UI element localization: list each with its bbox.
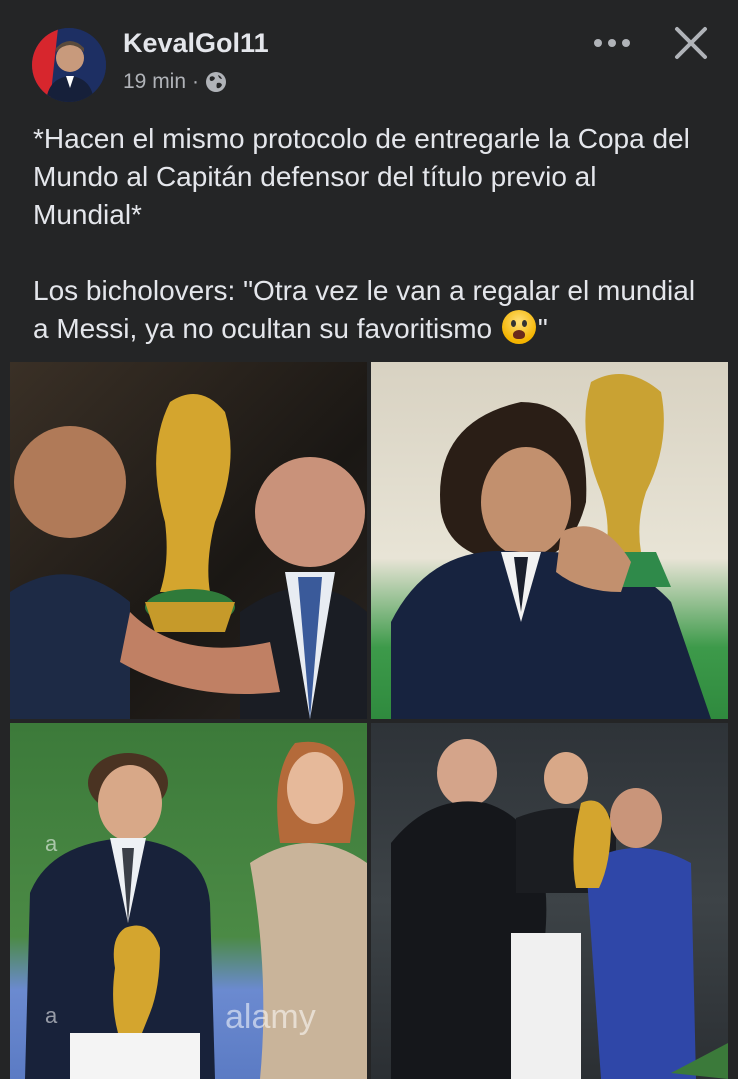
post-header: KevalGol11 19 min ·	[10, 0, 728, 112]
post-text: *Hacen el mismo protocolo de entregarle …	[33, 120, 713, 348]
photo-trophy-handover-1[interactable]	[10, 362, 367, 719]
avatar-image	[32, 28, 106, 102]
author-name[interactable]: KevalGol11	[123, 28, 269, 59]
watermark-a-bottom: a	[45, 1003, 58, 1028]
post-text-paragraph-1: *Hacen el mismo protocolo de entregarle …	[33, 123, 698, 230]
post-meta: 19 min ·	[123, 70, 227, 94]
close-button[interactable]	[670, 22, 712, 64]
close-icon	[674, 26, 708, 60]
more-options-button[interactable]	[590, 26, 634, 60]
photo-trophy-handover-2[interactable]	[371, 362, 728, 719]
post-text-quote: Los bicholovers: "Otra vez le van a rega…	[33, 275, 703, 344]
watermark-alamy: alamy	[225, 998, 316, 1036]
post-text-paragraph-2: Los bicholovers: "Otra vez le van a rega…	[33, 272, 713, 348]
post-card: KevalGol11 19 min · *Hacen el mismo prot…	[10, 0, 728, 1079]
photo-trophy-handover-3[interactable]: alamy a a	[10, 723, 367, 1079]
photo-trophy-handover-4[interactable]	[371, 723, 728, 1079]
globe-icon[interactable]	[205, 71, 227, 93]
watermark-a-top: a	[45, 831, 58, 856]
meta-separator: ·	[192, 70, 200, 93]
post-text-quote-end: "	[537, 313, 548, 344]
crying-face-emoji-icon	[501, 310, 536, 344]
author-avatar[interactable]	[32, 28, 106, 102]
more-horizontal-icon	[592, 38, 632, 48]
post-time[interactable]: 19 min	[123, 70, 186, 94]
photo-grid[interactable]: alamy a a	[10, 362, 728, 1079]
